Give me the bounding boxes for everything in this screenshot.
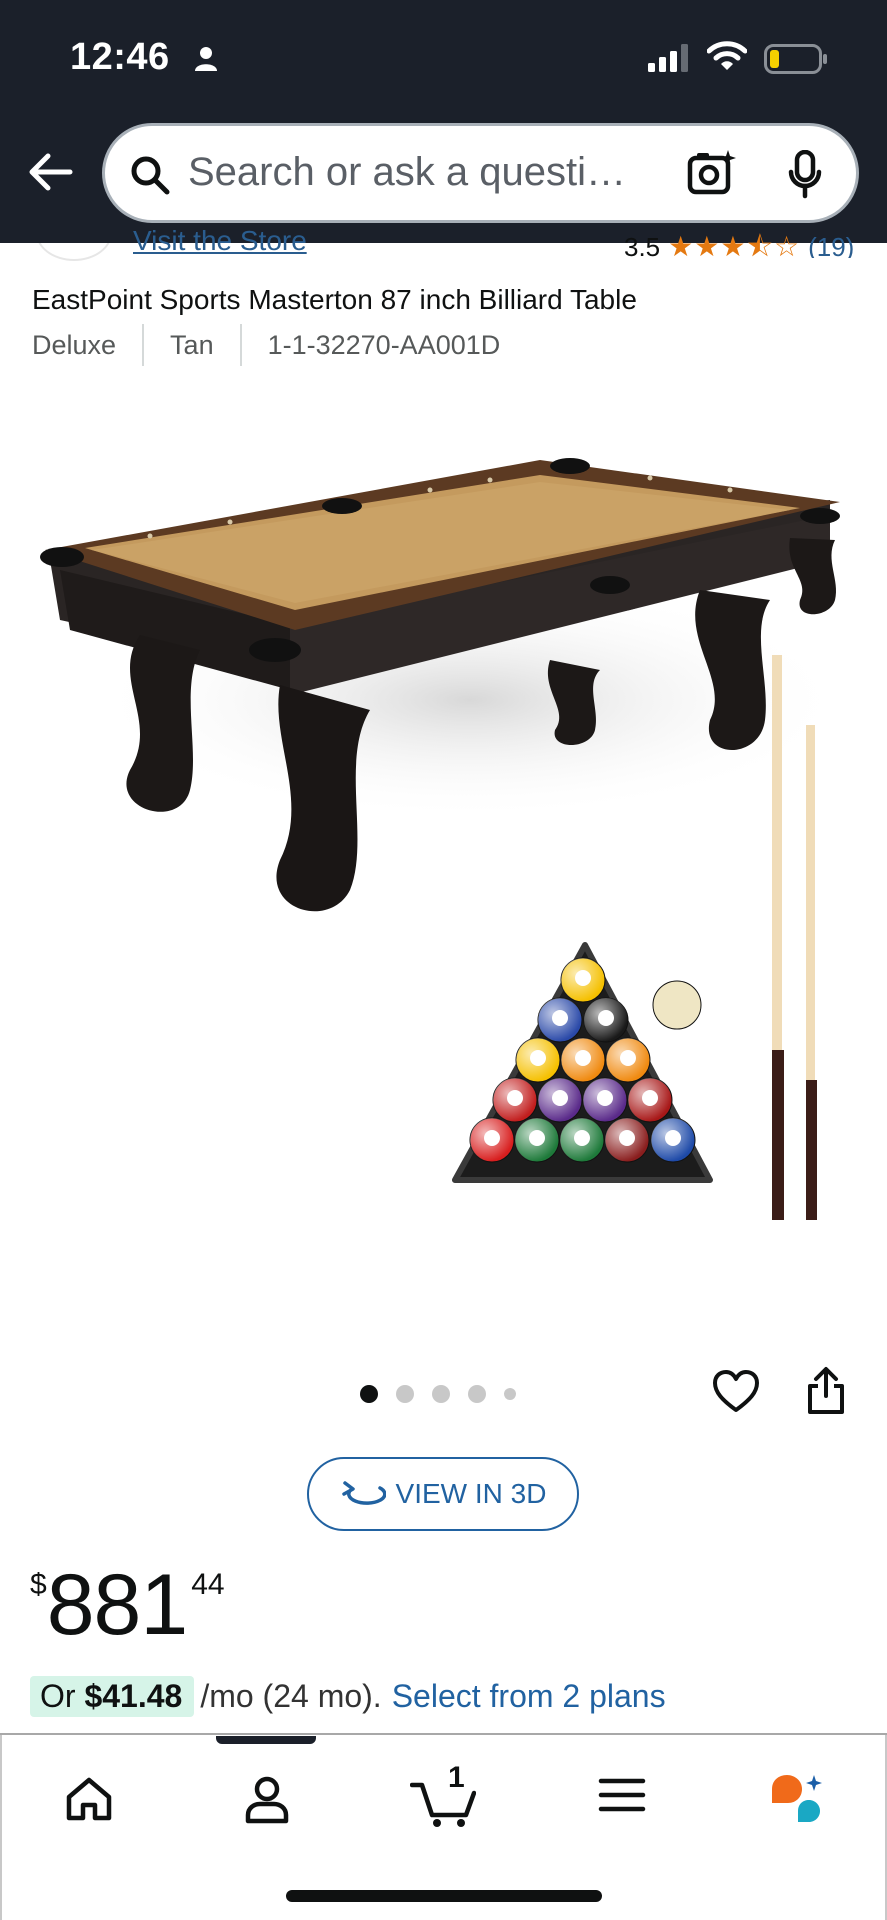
- camera-search-icon[interactable]: [687, 148, 737, 198]
- cellular-signal-icon: [648, 44, 688, 72]
- active-tab-indicator: [216, 1736, 316, 1744]
- variant-list: Deluxe Tan 1-1-32270-AA001D: [32, 324, 526, 366]
- search-icon: [131, 156, 170, 195]
- home-indicator-bar: [286, 1890, 602, 1902]
- price-whole: 881: [46, 1557, 188, 1653]
- variant-edition: Deluxe: [32, 329, 117, 360]
- view-in-3d-button[interactable]: VIEW IN 3D: [307, 1457, 579, 1531]
- carousel-dot[interactable]: [432, 1385, 450, 1403]
- cart-button[interactable]: 1: [410, 1761, 476, 1829]
- variant-color: Tan: [170, 329, 214, 360]
- installment-pill: Or $41.48: [30, 1676, 195, 1717]
- installment-amount: $41.48: [84, 1678, 183, 1714]
- rating-stars-icon: ★★★⯪☆: [668, 232, 801, 259]
- rating-count[interactable]: (19): [808, 234, 854, 258]
- carousel-dot[interactable]: [468, 1385, 486, 1403]
- status-time: 12:46: [70, 36, 170, 78]
- carousel-dot-active[interactable]: [360, 1385, 378, 1403]
- variant-model: 1-1-32270-AA001D: [267, 329, 501, 360]
- battery-icon: [764, 44, 827, 74]
- product-title: EastPoint Sports Masterton 87 inch Billi…: [32, 284, 637, 315]
- visit-store-link[interactable]: Visit the Store: [133, 225, 307, 257]
- carousel-dot[interactable]: [396, 1385, 414, 1403]
- price-fraction: 44: [191, 1568, 225, 1601]
- share-icon[interactable]: [806, 1366, 846, 1416]
- installment-term: /mo (24 mo).: [200, 1678, 382, 1714]
- app-header: 12:46 Search or ask a questi…: [0, 0, 887, 243]
- heart-icon[interactable]: [712, 1370, 760, 1414]
- rufus-assistant-icon[interactable]: [768, 1771, 828, 1827]
- variant-divider: [239, 324, 242, 366]
- installment-prefix: Or: [40, 1678, 85, 1714]
- wifi-icon: [707, 41, 747, 70]
- back-arrow-icon[interactable]: [26, 152, 74, 192]
- person-icon: [195, 47, 217, 71]
- search-bar[interactable]: Search or ask a questi…: [102, 123, 859, 223]
- installment-offer: Or $41.48 /mo (24 mo). Select from 2 pla…: [30, 1676, 666, 1717]
- search-input[interactable]: Search or ask a questi…: [188, 150, 626, 195]
- carousel-dot[interactable]: [504, 1388, 516, 1400]
- product-image[interactable]: [30, 420, 860, 1240]
- view-in-3d-label: VIEW IN 3D: [395, 1478, 547, 1509]
- image-carousel-dots[interactable]: [360, 1385, 516, 1403]
- variant-divider: [142, 324, 145, 366]
- rating-value: 3.5: [624, 232, 661, 258]
- cart-count-badge: 1: [448, 1761, 465, 1794]
- account-icon[interactable]: [244, 1775, 290, 1825]
- price-symbol: $: [30, 1568, 47, 1601]
- home-icon[interactable]: [64, 1775, 114, 1823]
- microphone-icon[interactable]: [788, 150, 822, 200]
- menu-icon[interactable]: [598, 1775, 646, 1815]
- select-plans-link[interactable]: Select from 2 plans: [392, 1678, 666, 1715]
- cart-icon: [410, 1782, 476, 1827]
- rating-summary[interactable]: 3.5 ★★★⯪☆ (19): [624, 232, 854, 259]
- price: $ 881 44: [30, 1560, 225, 1650]
- rotate-3d-icon: [341, 1481, 386, 1505]
